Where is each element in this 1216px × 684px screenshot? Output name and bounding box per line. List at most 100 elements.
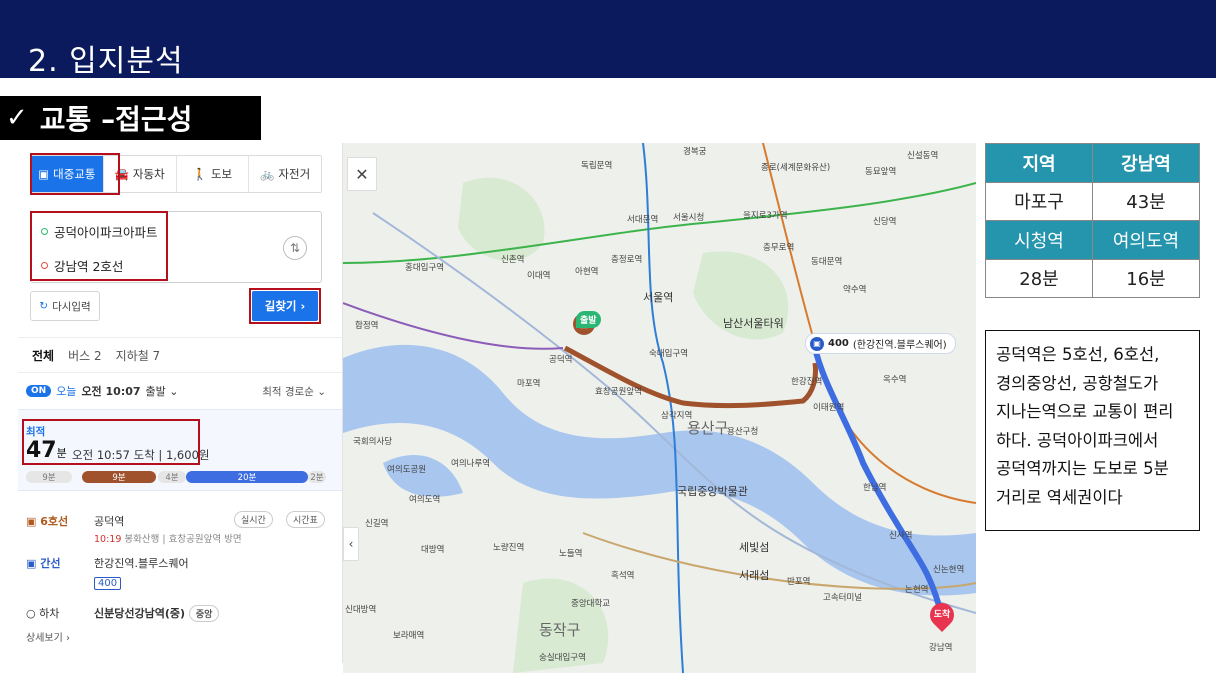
line-name: 하차 xyxy=(39,607,60,620)
depart-time[interactable]: 오전 10:07 xyxy=(81,383,140,399)
district-label: 동작구 xyxy=(539,621,581,639)
mode-walk[interactable]: 🚶 도보 xyxy=(177,156,250,192)
map-label: 숭실대입구역 xyxy=(539,653,586,663)
train-direction: 봉화산행 | 효창공원앞역 방면 xyxy=(124,534,242,545)
line6-label: ▣ 6호선 xyxy=(26,515,69,528)
map-label: 서울시청 xyxy=(673,213,705,223)
note-line: 하다. 공덕아이파크에서 xyxy=(996,430,1159,450)
map-label: 신논현역 xyxy=(933,565,965,575)
step-subway: ▣ 6호선 공덕역 xyxy=(26,513,124,529)
map-label: 용산구청 xyxy=(727,427,759,437)
highlight-best xyxy=(22,419,200,465)
map-label: 대방역 xyxy=(421,545,445,555)
bus-number: 400 xyxy=(828,338,849,349)
timetable-button[interactable]: 시간표 xyxy=(286,511,325,528)
route-map[interactable]: 경복궁 독립문역 종로(세계문화유산) 동묘앞역 신설동역 을지로3가역 충무로… xyxy=(343,143,976,673)
map-label: 충무로역 xyxy=(763,243,795,253)
segment-walk: 9분 xyxy=(26,471,72,483)
park-area xyxy=(458,177,545,261)
tab-bus[interactable]: 버스 2 xyxy=(68,347,102,364)
mode-bike[interactable]: 🚲 자전거 xyxy=(249,156,321,192)
bus-stop-tag[interactable]: ▣ 400 (한강진역.블루스퀘어) xyxy=(805,333,956,354)
departure-row: ON 오늘 오전 10:07 출발 ⌄ 최적 경로순 ⌄ xyxy=(26,381,326,401)
map-label: 경복궁 xyxy=(683,147,707,157)
map-label: 아현역 xyxy=(575,267,599,277)
segment-walk: 2분 xyxy=(308,471,326,483)
close-icon[interactable]: ✕ xyxy=(347,157,377,191)
bike-icon: 🚲 xyxy=(260,167,275,181)
district-label: 용산구 xyxy=(687,419,729,437)
section-tag: ✓ 교통 –접근성 xyxy=(0,96,261,140)
route-panel: ▣ 대중교통 🚘 자동차 🚶 도보 🚲 자전거 공덕아이파크아파트 강남역 2호선 ⇅ … xyxy=(18,143,343,663)
center-badge: 중앙 xyxy=(188,605,220,622)
subway-line xyxy=(762,143,976,504)
table-cell: 28분 xyxy=(985,258,1093,298)
map-label: 여의도공원 xyxy=(387,465,427,475)
note-line: 거리로 역세권이다 xyxy=(996,487,1123,507)
step-station: 한강진역.블루스퀘어 xyxy=(94,557,189,570)
realtime-button[interactable]: 실시간 xyxy=(234,511,273,528)
table-cell: 마포구 xyxy=(985,181,1093,221)
start-pin[interactable]: 출발 xyxy=(576,311,601,328)
reset-button[interactable]: ↻ 다시입력 xyxy=(30,291,100,321)
bus-icon: ▣ xyxy=(810,336,824,351)
map-label: 종로(세계문화유산) xyxy=(761,163,831,173)
map-label: 동묘앞역 xyxy=(865,167,897,177)
summary-note: 공덕역은 5호선, 6호선, 경의중앙선, 공항철도가 지나는역으로 교통이 편… xyxy=(985,330,1200,531)
map-label: 신당역 xyxy=(873,217,897,227)
map-label: 홍대입구역 xyxy=(405,263,445,273)
map-label: 이태원역 xyxy=(813,403,845,413)
map-label: 신촌역 xyxy=(501,255,525,265)
on-toggle[interactable]: ON xyxy=(26,385,52,397)
highlight-mode xyxy=(30,153,120,195)
map-label: 고속터미널 xyxy=(823,593,863,603)
map-label: 보라매역 xyxy=(393,631,425,641)
destination-pin[interactable]: 도착 xyxy=(925,598,959,632)
table-cell: 16분 xyxy=(1092,258,1200,298)
mode-label: 자전거 xyxy=(278,167,311,181)
map-label: 노량진역 xyxy=(493,543,525,553)
mode-label: 도보 xyxy=(210,167,233,181)
bus-number[interactable]: 400 xyxy=(94,577,122,590)
map-label: 논현역 xyxy=(905,585,929,595)
map-label: 여의나루역 xyxy=(451,459,491,469)
map-label: 신설동역 xyxy=(907,151,939,161)
walk-icon: 🚶 xyxy=(192,167,207,181)
segment-walk: 4분 xyxy=(158,471,186,483)
map-label: 국회의사당 xyxy=(353,437,393,447)
tab-all[interactable]: 전체 xyxy=(32,347,54,364)
detail-link[interactable]: 상세보기 › xyxy=(26,629,70,644)
map-label: 서래섬 xyxy=(739,569,770,582)
line-name: 간선 xyxy=(40,557,61,570)
segment-bus: 20분 xyxy=(186,471,308,483)
note-line: 공덕역까지는 도보로 5분 xyxy=(996,459,1169,479)
sort-dropdown[interactable]: 최적 경로순 ⌄ xyxy=(262,384,326,399)
step-bus: ▣ 간선 한강진역.블루스퀘어 xyxy=(26,555,189,571)
result-tabs: 전체 버스 2 지하철 7 xyxy=(18,337,342,373)
swap-icon[interactable]: ⇅ xyxy=(283,236,307,260)
note-line: 경의중앙선, 공항철도가 xyxy=(996,373,1159,393)
segment-subway: 9분 xyxy=(82,471,156,483)
map-label: 을지로3가역 xyxy=(743,211,788,221)
train-time: 10:19 xyxy=(94,534,122,545)
map-label: 합정역 xyxy=(355,321,379,331)
step-station: 신분당선강남역(중) 중앙 xyxy=(94,605,220,622)
map-label: 옥수역 xyxy=(883,375,907,385)
tab-subway[interactable]: 지하철 7 xyxy=(116,347,161,364)
alight-label: ○ 하차 xyxy=(26,607,60,620)
table-header-yeouido: 여의도역 xyxy=(1092,220,1200,260)
end-label: 도착 xyxy=(933,610,951,620)
table-cell: 43분 xyxy=(1092,181,1200,221)
refresh-icon: ↻ xyxy=(39,300,49,312)
step-alight: ○ 하차 신분당선강남역(중) 중앙 xyxy=(26,605,220,622)
map-label: 신길역 xyxy=(365,519,389,529)
step-subway-info: 10:19 봉화산행 | 효창공원앞역 방면 xyxy=(94,531,242,545)
collapse-panel-icon[interactable]: ‹ xyxy=(343,527,359,561)
map-label: 서울역 xyxy=(643,291,674,304)
map-label: 공덕역 xyxy=(549,355,573,365)
map-label: 중앙대학교 xyxy=(571,599,611,609)
depart-suffix: 출발 ⌄ xyxy=(145,385,179,398)
map-label: 여의도역 xyxy=(409,495,441,505)
map-label: 국립중앙박물관 xyxy=(677,485,748,498)
map-label: 흑석역 xyxy=(611,571,635,581)
